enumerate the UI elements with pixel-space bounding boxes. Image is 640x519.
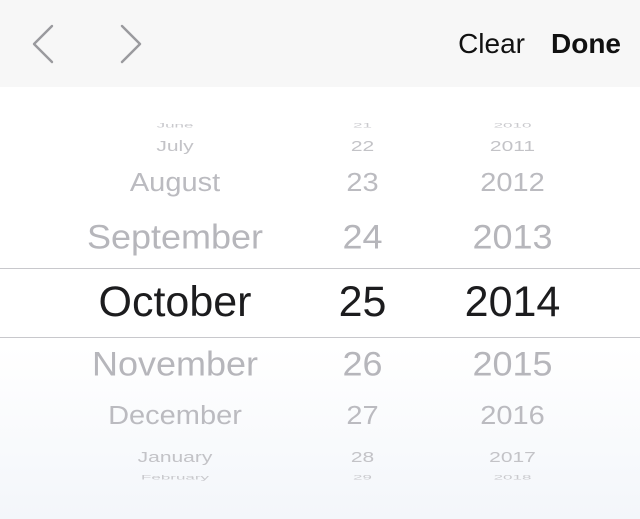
- year-option[interactable]: 2010: [440, 123, 585, 129]
- done-button[interactable]: Done: [551, 26, 621, 62]
- month-option[interactable]: August: [50, 170, 300, 197]
- year-option[interactable]: 2011: [440, 139, 585, 154]
- day-option[interactable]: 23: [320, 170, 405, 197]
- day-column[interactable]: 21 22 23 24 25 26 27 28 29: [320, 87, 405, 519]
- selected-day[interactable]: 25: [320, 281, 405, 324]
- month-option[interactable]: February: [50, 475, 300, 481]
- day-option[interactable]: 26: [320, 346, 405, 381]
- date-picker-wheel[interactable]: June July August September October Novem…: [0, 87, 640, 519]
- month-column[interactable]: June July August September October Novem…: [50, 87, 300, 519]
- day-option[interactable]: 27: [320, 403, 405, 430]
- year-option[interactable]: 2015: [440, 346, 585, 381]
- selected-year[interactable]: 2014: [440, 281, 585, 324]
- month-option[interactable]: September: [50, 219, 300, 254]
- chevron-left-icon: [32, 24, 54, 64]
- selected-month[interactable]: October: [50, 281, 300, 324]
- clear-button[interactable]: Clear: [458, 26, 525, 62]
- next-button[interactable]: [110, 22, 150, 66]
- day-option[interactable]: 21: [320, 123, 405, 129]
- year-option[interactable]: 2017: [440, 450, 585, 465]
- month-option[interactable]: January: [50, 450, 300, 465]
- year-column[interactable]: 2010 2011 2012 2013 2014 2015 2016 2017 …: [440, 87, 585, 519]
- day-option[interactable]: 29: [320, 475, 405, 481]
- month-option[interactable]: June: [50, 123, 300, 129]
- month-option[interactable]: July: [50, 139, 300, 154]
- day-option[interactable]: 22: [320, 139, 405, 154]
- chevron-right-icon: [120, 24, 142, 64]
- picker-toolbar: Clear Done: [0, 0, 640, 87]
- date-picker-screen: Clear Done June July August September Oc…: [0, 0, 640, 519]
- year-option[interactable]: 2016: [440, 403, 585, 430]
- day-option[interactable]: 28: [320, 450, 405, 465]
- year-option[interactable]: 2012: [440, 170, 585, 197]
- year-option[interactable]: 2013: [440, 219, 585, 254]
- day-option[interactable]: 24: [320, 219, 405, 254]
- month-option[interactable]: November: [50, 346, 300, 381]
- month-option[interactable]: December: [50, 403, 300, 430]
- previous-button[interactable]: [24, 22, 64, 66]
- year-option[interactable]: 2018: [440, 475, 585, 481]
